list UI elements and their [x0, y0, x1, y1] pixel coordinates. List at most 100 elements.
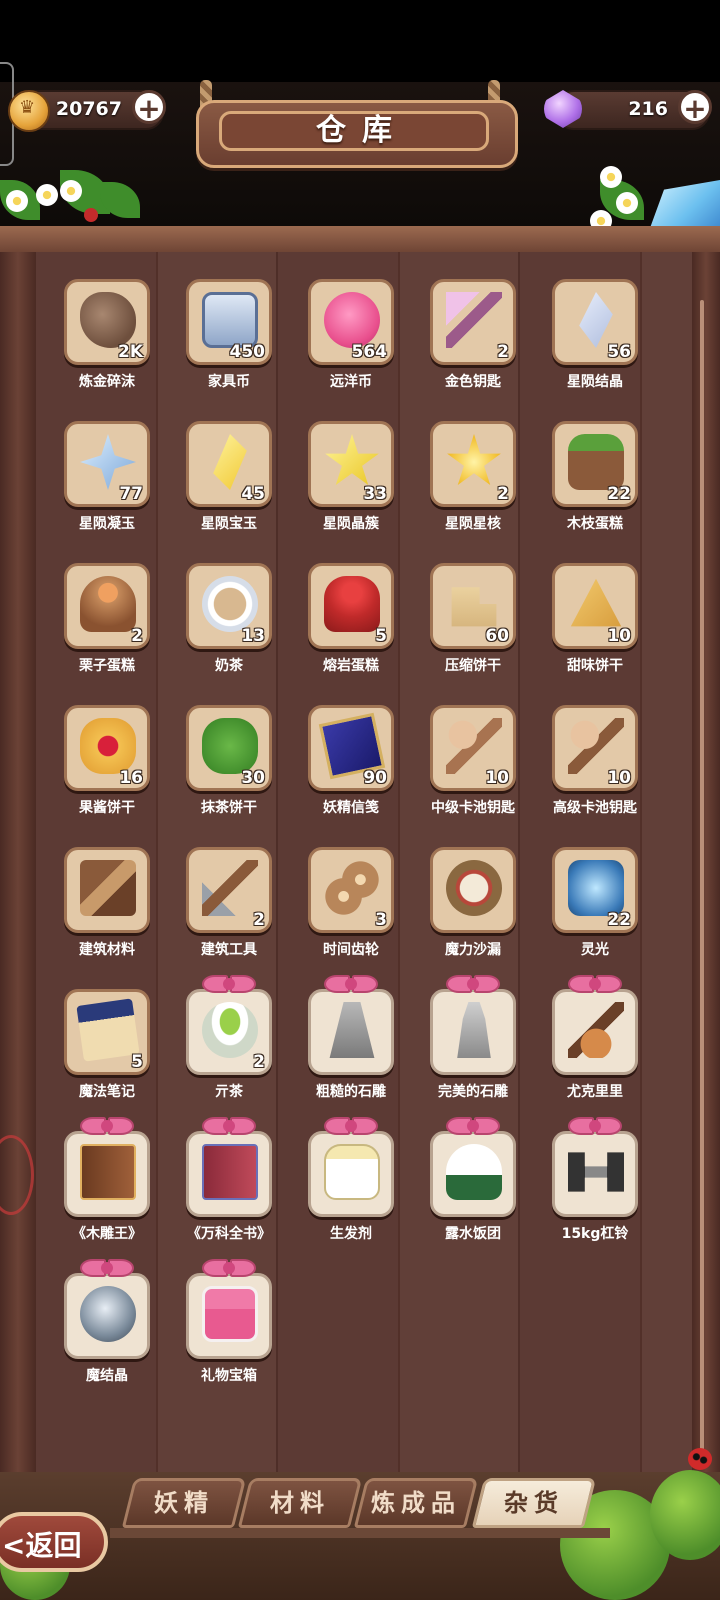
item-card[interactable] [308, 989, 394, 1075]
title-plaque: 仓库 [196, 100, 518, 168]
item-card[interactable]: 2 [186, 989, 272, 1075]
item-card[interactable] [308, 1131, 394, 1217]
item-slot[interactable]: 10 中级卡池钥匙 [428, 703, 518, 821]
item-count: 56 [607, 342, 631, 362]
item-card[interactable]: 22 [552, 421, 638, 507]
item-card[interactable] [430, 847, 516, 933]
item-slot[interactable]: 15kg杠铃 [550, 1117, 640, 1247]
star-cluster-icon [325, 434, 379, 485]
item-card[interactable]: 13 [186, 563, 272, 649]
tab-rail [110, 1528, 610, 1538]
item-card[interactable]: 564 [308, 279, 394, 365]
ribbon-bow-icon [568, 1117, 622, 1139]
item-slot[interactable]: 2 亓茶 [184, 975, 274, 1105]
item-card[interactable] [552, 1131, 638, 1217]
tab-misc[interactable]: 杂货 [471, 1478, 597, 1528]
item-slot[interactable]: 77 星陨凝玉 [62, 419, 152, 537]
item-slot[interactable]: 33 星陨晶簇 [306, 419, 396, 537]
back-button[interactable]: <返回 [0, 1512, 108, 1572]
item-card[interactable]: 60 [430, 563, 516, 649]
item-card[interactable]: 33 [308, 421, 394, 507]
item-slot[interactable]: 5 魔法笔记 [62, 987, 152, 1105]
item-slot[interactable]: 2 栗子蛋糕 [62, 561, 152, 679]
item-count: 16 [119, 768, 143, 788]
tab-fairy[interactable]: 妖精 [121, 1478, 247, 1528]
item-count: 45 [241, 484, 265, 504]
item-card[interactable] [186, 1273, 272, 1359]
add-gold-button[interactable]: + [132, 90, 166, 124]
item-slot[interactable]: 尤克里里 [550, 975, 640, 1105]
item-slot[interactable]: 《木雕王》 [62, 1117, 152, 1247]
item-slot[interactable]: 45 星陨宝玉 [184, 419, 274, 537]
item-name: 魔结晶 [86, 1368, 128, 1384]
item-slot[interactable]: 2 金色钥匙 [428, 277, 518, 395]
item-slot[interactable]: 礼物宝箱 [184, 1259, 274, 1389]
item-card[interactable]: 10 [552, 705, 638, 791]
item-card[interactable]: 2 [64, 563, 150, 649]
item-card[interactable]: 2 [186, 847, 272, 933]
item-card[interactable]: 45 [186, 421, 272, 507]
item-count: 2 [497, 342, 509, 362]
ribbon-bow-icon [568, 975, 622, 997]
item-card[interactable] [430, 989, 516, 1075]
flower-decoration-left [0, 160, 150, 230]
item-slot[interactable]: 30 抹茶饼干 [184, 703, 274, 821]
item-card[interactable]: 2 [430, 279, 516, 365]
item-slot[interactable]: 完美的石雕 [428, 975, 518, 1105]
item-slot[interactable]: 粗糙的石雕 [306, 975, 396, 1105]
ocean-coin-icon [324, 292, 380, 348]
item-card[interactable]: 2K [64, 279, 150, 365]
item-card[interactable]: 5 [308, 563, 394, 649]
item-card[interactable] [552, 989, 638, 1075]
item-slot[interactable]: 建筑材料 [62, 845, 152, 963]
item-card[interactable]: 2 [430, 421, 516, 507]
item-slot[interactable]: 2 星陨星核 [428, 419, 518, 537]
item-card[interactable] [430, 1131, 516, 1217]
item-slot[interactable]: 生发剂 [306, 1117, 396, 1247]
item-card[interactable] [64, 847, 150, 933]
item-card[interactable]: 10 [552, 563, 638, 649]
item-card[interactable]: 56 [552, 279, 638, 365]
item-slot[interactable]: 56 星陨结晶 [550, 277, 640, 395]
tab-products[interactable]: 炼成品 [353, 1478, 479, 1528]
item-card[interactable]: 90 [308, 705, 394, 791]
item-slot[interactable]: 90 妖精信笺 [306, 703, 396, 821]
item-slot[interactable]: 10 高级卡池钥匙 [550, 703, 640, 821]
item-slot[interactable]: 16 果酱饼干 [62, 703, 152, 821]
item-card[interactable]: 3 [308, 847, 394, 933]
item-slot[interactable]: 564 远洋币 [306, 277, 396, 395]
item-card[interactable]: 10 [430, 705, 516, 791]
scrollbar[interactable] [700, 300, 704, 1460]
item-slot[interactable]: 露水饭团 [428, 1117, 518, 1247]
item-card[interactable]: 77 [64, 421, 150, 507]
jam-cookie-icon [80, 718, 136, 774]
item-card[interactable]: 30 [186, 705, 272, 791]
item-name: 星陨晶簇 [323, 516, 379, 532]
item-slot[interactable]: 2K 炼金碎沫 [62, 277, 152, 395]
item-slot[interactable]: 《万科全书》 [184, 1117, 274, 1247]
item-card[interactable] [64, 1273, 150, 1359]
item-card[interactable]: 16 [64, 705, 150, 791]
tab-materials[interactable]: 材料 [237, 1478, 363, 1528]
item-slot[interactable]: 魔力沙漏 [428, 845, 518, 963]
item-slot[interactable]: 22 木枝蛋糕 [550, 419, 640, 537]
item-slot[interactable]: 10 甜味饼干 [550, 561, 640, 679]
item-card[interactable]: 450 [186, 279, 272, 365]
item-card[interactable]: 5 [64, 989, 150, 1075]
ribbon-bow-icon [202, 1117, 256, 1139]
item-slot[interactable]: 13 奶茶 [184, 561, 274, 679]
item-slot[interactable]: 魔结晶 [62, 1259, 152, 1389]
item-slot[interactable]: 450 家具币 [184, 277, 274, 395]
item-slot[interactable]: 5 熔岩蛋糕 [306, 561, 396, 679]
item-slot[interactable]: 3 时间齿轮 [306, 845, 396, 963]
item-count: 3 [375, 910, 387, 930]
item-slot[interactable]: 60 压缩饼干 [428, 561, 518, 679]
item-card[interactable] [64, 1131, 150, 1217]
item-slot[interactable]: 22 灵光 [550, 845, 640, 963]
item-slot[interactable]: 2 建筑工具 [184, 845, 274, 963]
add-gem-button[interactable]: + [678, 90, 712, 124]
item-card[interactable]: 22 [552, 847, 638, 933]
item-count: 33 [363, 484, 387, 504]
item-card[interactable] [186, 1131, 272, 1217]
item-name: 星陨凝玉 [79, 516, 135, 532]
